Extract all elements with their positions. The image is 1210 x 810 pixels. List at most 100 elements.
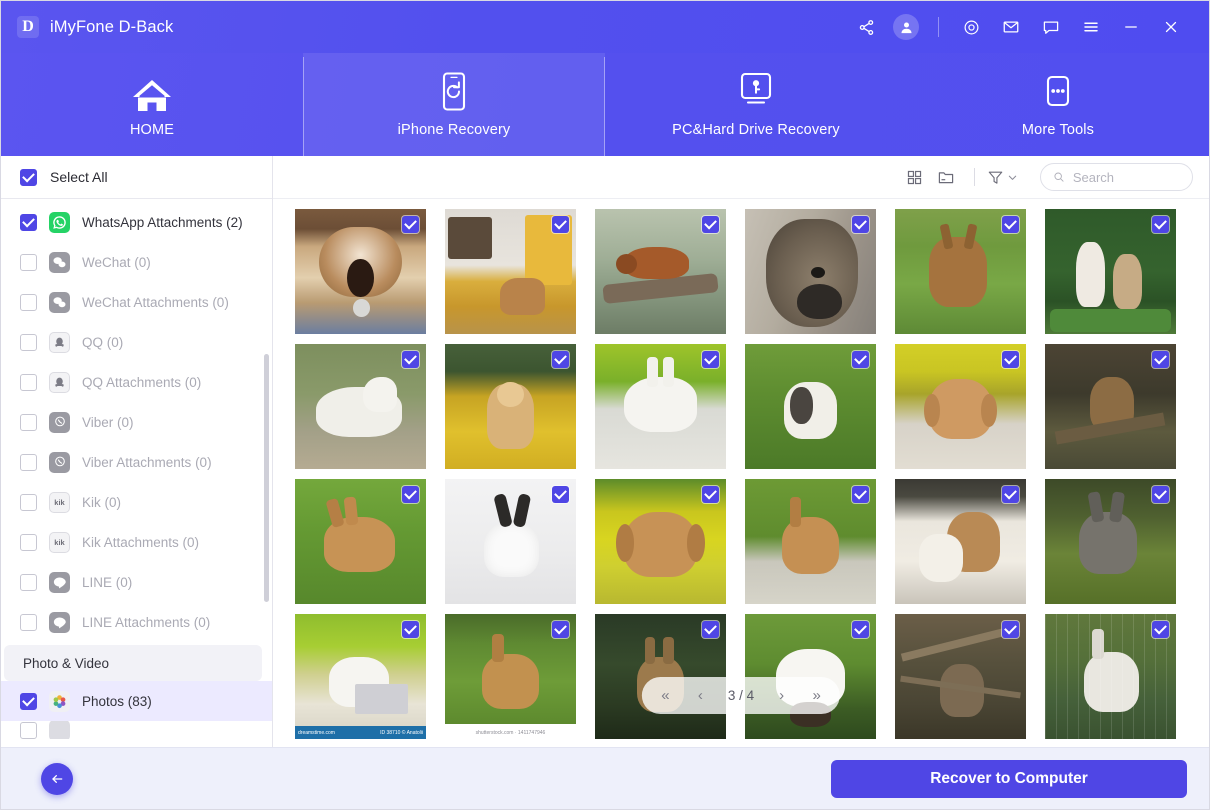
thumbnail[interactable] bbox=[295, 209, 426, 334]
nav-tab-home[interactable]: HOME bbox=[1, 53, 303, 156]
grid-view-icon[interactable] bbox=[898, 162, 930, 192]
thumbnail[interactable]: shutterstock.com · 1411747946 bbox=[445, 614, 576, 739]
row-checkbox[interactable] bbox=[20, 534, 37, 551]
sidebar-item-line-attachments[interactable]: LINE Attachments (0) bbox=[1, 602, 272, 642]
thumbnail-checkbox[interactable] bbox=[702, 351, 719, 368]
row-checkbox[interactable] bbox=[20, 334, 37, 351]
thumbnail[interactable] bbox=[745, 479, 876, 604]
thumbnail-checkbox[interactable] bbox=[552, 486, 569, 503]
sidebar-item-kik[interactable]: kik Kik (0) bbox=[1, 482, 272, 522]
thumbnail[interactable] bbox=[895, 209, 1026, 334]
search-input[interactable] bbox=[1073, 170, 1180, 185]
row-checkbox[interactable] bbox=[20, 722, 37, 739]
thumbnail[interactable] bbox=[1045, 209, 1176, 334]
thumbnail-checkbox[interactable] bbox=[1152, 351, 1169, 368]
thumbnail-checkbox[interactable] bbox=[402, 486, 419, 503]
thumbnail-checkbox[interactable] bbox=[1002, 621, 1019, 638]
thumbnail-checkbox[interactable] bbox=[552, 216, 569, 233]
mail-icon[interactable] bbox=[991, 10, 1031, 44]
thumbnail-checkbox[interactable] bbox=[1002, 486, 1019, 503]
back-button[interactable] bbox=[41, 763, 73, 795]
nav-tab-iphone-recovery[interactable]: iPhone Recovery bbox=[303, 53, 605, 156]
sidebar-item-qq-attachments[interactable]: QQ Attachments (0) bbox=[1, 362, 272, 402]
thumbnail-checkbox[interactable] bbox=[402, 216, 419, 233]
thumbnail[interactable] bbox=[895, 344, 1026, 469]
thumbnail[interactable] bbox=[745, 209, 876, 334]
thumbnail[interactable] bbox=[595, 479, 726, 604]
thumbnail-checkbox[interactable] bbox=[552, 351, 569, 368]
search-box[interactable] bbox=[1040, 163, 1193, 191]
pagination-first-button[interactable]: « bbox=[648, 679, 683, 712]
nav-tab-more-tools[interactable]: More Tools bbox=[907, 53, 1209, 156]
sidebar-item-photos[interactable]: Photos (83) bbox=[1, 681, 272, 721]
thumbnail[interactable] bbox=[295, 344, 426, 469]
thumbnail-checkbox[interactable] bbox=[1002, 216, 1019, 233]
thumbnail-checkbox[interactable] bbox=[702, 621, 719, 638]
account-avatar-icon[interactable] bbox=[886, 10, 926, 44]
thumbnail-checkbox[interactable] bbox=[852, 486, 869, 503]
thumbnail[interactable] bbox=[445, 209, 576, 334]
sidebar-item-qq[interactable]: QQ (0) bbox=[1, 322, 272, 362]
thumbnail[interactable] bbox=[295, 479, 426, 604]
sidebar-item-videos-partial[interactable] bbox=[1, 721, 272, 739]
recover-to-computer-button[interactable]: Recover to Computer bbox=[831, 760, 1187, 798]
select-all-checkbox[interactable] bbox=[20, 169, 37, 186]
menu-icon[interactable] bbox=[1071, 10, 1111, 44]
sidebar-item-whatsapp-attachments[interactable]: WhatsApp Attachments (2) bbox=[1, 202, 272, 242]
nav-tab-pc-hard-drive-recovery[interactable]: PC&Hard Drive Recovery bbox=[605, 53, 907, 156]
thumbnail-checkbox[interactable] bbox=[1152, 621, 1169, 638]
thumbnail-checkbox[interactable] bbox=[702, 216, 719, 233]
thumbnail[interactable]: dreamstime.com ID 38710 © Anatolii bbox=[295, 614, 426, 739]
row-checkbox[interactable] bbox=[20, 614, 37, 631]
thumbnail[interactable] bbox=[445, 479, 576, 604]
row-checkbox[interactable] bbox=[20, 214, 37, 231]
thumbnail[interactable] bbox=[1045, 344, 1176, 469]
row-checkbox[interactable] bbox=[20, 254, 37, 271]
pagination-next-button[interactable]: › bbox=[764, 679, 799, 712]
thumbnail[interactable] bbox=[1045, 479, 1176, 604]
thumbnail-checkbox[interactable] bbox=[852, 351, 869, 368]
thumbnail-checkbox[interactable] bbox=[552, 621, 569, 638]
row-checkbox[interactable] bbox=[20, 374, 37, 391]
row-checkbox[interactable] bbox=[20, 454, 37, 471]
share-icon[interactable] bbox=[846, 10, 886, 44]
row-checkbox[interactable] bbox=[20, 414, 37, 431]
thumbnail[interactable] bbox=[445, 344, 576, 469]
minimize-icon[interactable] bbox=[1111, 10, 1151, 44]
feedback-icon[interactable] bbox=[1031, 10, 1071, 44]
sidebar-item-wechat-attachments[interactable]: WeChat Attachments (0) bbox=[1, 282, 272, 322]
thumbnail-checkbox[interactable] bbox=[1152, 216, 1169, 233]
pagination-last-button[interactable]: » bbox=[799, 679, 834, 712]
sidebar-item-wechat[interactable]: WeChat (0) bbox=[1, 242, 272, 282]
avatar bbox=[893, 14, 919, 40]
row-checkbox[interactable] bbox=[20, 494, 37, 511]
close-icon[interactable] bbox=[1151, 10, 1191, 44]
thumbnail[interactable] bbox=[1045, 614, 1176, 739]
thumbnail[interactable] bbox=[595, 344, 726, 469]
thumbnail[interactable] bbox=[895, 479, 1026, 604]
thumbnail-checkbox[interactable] bbox=[402, 621, 419, 638]
filter-button[interactable] bbox=[987, 169, 1018, 186]
support-icon[interactable] bbox=[951, 10, 991, 44]
thumbnail-checkbox[interactable] bbox=[1152, 486, 1169, 503]
row-checkbox[interactable] bbox=[20, 294, 37, 311]
thumbnail[interactable] bbox=[745, 344, 876, 469]
thumbnail-checkbox[interactable] bbox=[702, 486, 719, 503]
thumbnail-checkbox[interactable] bbox=[1002, 351, 1019, 368]
sidebar-item-kik-attachments[interactable]: kik Kik Attachments (0) bbox=[1, 522, 272, 562]
sidebar-item-viber[interactable]: Viber (0) bbox=[1, 402, 272, 442]
sidebar-item-viber-attachments[interactable]: Viber Attachments (0) bbox=[1, 442, 272, 482]
sidebar-scrollbar[interactable] bbox=[264, 354, 269, 602]
pagination-prev-button[interactable]: ‹ bbox=[683, 679, 718, 712]
folder-view-icon[interactable] bbox=[930, 162, 962, 192]
thumbnail[interactable] bbox=[595, 209, 726, 334]
row-checkbox[interactable] bbox=[20, 693, 37, 710]
row-checkbox[interactable] bbox=[20, 574, 37, 591]
thumbnail-checkbox[interactable] bbox=[852, 216, 869, 233]
thumbnail-checkbox[interactable] bbox=[402, 351, 419, 368]
select-all-row[interactable]: Select All bbox=[1, 156, 272, 199]
thumbnail-checkbox[interactable] bbox=[852, 621, 869, 638]
sidebar-item-line[interactable]: LINE (0) bbox=[1, 562, 272, 602]
videos-icon bbox=[49, 721, 70, 739]
thumbnail[interactable] bbox=[895, 614, 1026, 739]
